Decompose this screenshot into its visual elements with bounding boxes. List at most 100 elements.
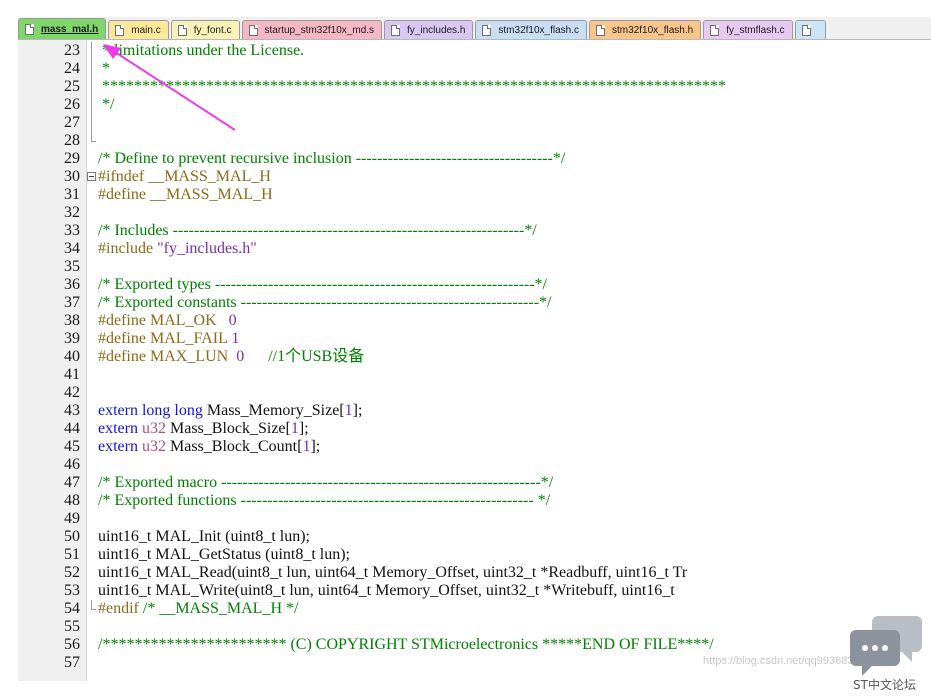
line-number: 30	[64, 168, 80, 185]
code-line[interactable]: 49	[18, 510, 931, 528]
code-line[interactable]: 23 * limitations under the License.	[18, 42, 931, 60]
code-line[interactable]: 33 /* Includes --------------------------…	[18, 222, 931, 240]
code-text: uint16_t MAL_GetStatus (uint8_t lun);	[98, 546, 350, 564]
tab-label: fy_font.c	[193, 24, 232, 36]
code-line[interactable]: 31 #define __MASS_MAL_H	[18, 186, 931, 204]
code-line[interactable]: 47 /* Exported macro --------------------…	[18, 474, 931, 492]
code-token: uint16_t MAL_Init (uint8_t lun);	[98, 528, 310, 545]
line-number: 26	[64, 96, 80, 113]
code-token: u32	[141, 438, 170, 455]
tab-fy-font-c[interactable]: fy_font.c	[170, 20, 240, 39]
line-number: 44	[64, 420, 80, 437]
fold-line-icon	[86, 600, 96, 618]
code-text: #define __MASS_MAL_H	[98, 186, 273, 204]
code-token: 0	[228, 312, 237, 329]
tab-overflow[interactable]	[794, 20, 826, 39]
code-text: */	[98, 96, 114, 114]
tab-main-c[interactable]: main.c	[108, 20, 169, 39]
code-line[interactable]: 24 *	[18, 60, 931, 78]
code-token: uint16_t MAL_Read(uint8_t lun, uint64_t …	[98, 564, 688, 581]
code-line[interactable]: 38 #define MAL_OK 0	[18, 312, 931, 330]
code-token: extern	[98, 420, 142, 437]
code-token: 1	[344, 402, 353, 419]
code-line[interactable]: 26 */	[18, 96, 931, 114]
code-token: //1个USB设备	[244, 348, 365, 365]
code-line[interactable]: 36 /* Exported types --------------------…	[18, 276, 931, 294]
file-icon	[177, 24, 187, 36]
code-token: /* Exported macro ----------------------…	[98, 474, 554, 491]
code-line[interactable]: 48 /* Exported functions ----------------…	[18, 492, 931, 510]
code-line[interactable]: 28	[18, 132, 931, 150]
code-line[interactable]: 40 #define MAX_LUN 0 //1个USB设备	[18, 348, 931, 366]
code-token: ****************************************…	[98, 78, 726, 95]
line-number: 54	[64, 600, 80, 617]
code-text: /* Exported constants ------------------…	[98, 294, 551, 312]
code-line[interactable]: 30 #ifndef __MASS_MAL_H	[18, 168, 931, 186]
file-icon	[115, 24, 125, 36]
tab-stm32f10x-flash-h[interactable]: stm32f10x_flash.h	[589, 20, 702, 39]
code-line[interactable]: 35	[18, 258, 931, 276]
code-line[interactable]: 54 #endif /* __MASS_MAL_H */	[18, 600, 931, 618]
code-line[interactable]: 29 /* Define to prevent recursive inclusi…	[18, 150, 931, 168]
code-token: Mass_Block_Count[	[169, 438, 303, 455]
code-line[interactable]: 56 /*********************** (C) COPYRIGHT…	[18, 636, 931, 654]
code-text: /* Exported functions ------------------…	[98, 492, 550, 510]
file-icon	[596, 24, 606, 36]
code-line[interactable]: 25 *************************************…	[18, 78, 931, 96]
file-icon	[710, 24, 720, 36]
code-text: extern u32 Mass_Block_Size[1];	[98, 420, 309, 438]
code-line[interactable]: 42	[18, 384, 931, 402]
code-line[interactable]: 50 uint16_t MAL_Init (uint8_t lun);	[18, 528, 931, 546]
tab-fy-includes-h[interactable]: fy_includes.h	[384, 20, 474, 39]
code-line[interactable]: 27	[18, 114, 931, 132]
code-line[interactable]: 41	[18, 366, 931, 384]
line-number: 28	[64, 132, 80, 149]
code-token: ];	[298, 420, 309, 437]
code-line[interactable]: 44 extern u32 Mass_Block_Size[1];	[18, 420, 931, 438]
editor-window: mass_mal.h main.c fy_font.c startup_stm32f1…	[18, 0, 931, 681]
code-text: /* Exported types ----------------------…	[98, 276, 547, 294]
code-text: /*********************** (C) COPYRIGHT S…	[98, 636, 714, 654]
line-number: 53	[64, 582, 80, 599]
code-token: ];	[352, 402, 363, 419]
line-number: 27	[64, 114, 80, 131]
code-line[interactable]: 52 uint16_t MAL_Read(uint8_t lun, uint64_…	[18, 564, 931, 582]
code-line[interactable]: 32	[18, 204, 931, 222]
tab-stm32f10x-flash-c[interactable]: stm32f10x_flash.c	[475, 20, 588, 39]
code-line[interactable]: 53 uint16_t MAL_Write(uint8_t lun, uint64…	[18, 582, 931, 600]
code-line[interactable]: 51 uint16_t MAL_GetStatus (uint8_t lun);	[18, 546, 931, 564]
code-text: uint16_t MAL_Read(uint8_t lun, uint64_t …	[98, 564, 687, 582]
line-number: 52	[64, 564, 80, 581]
code-line[interactable]: 45 extern u32 Mass_Block_Count[1];	[18, 438, 931, 456]
code-token: /*********************** (C) COPYRIGHT S…	[98, 636, 714, 653]
line-number: 46	[64, 456, 80, 473]
code-token: #define MAL_FAIL	[98, 330, 232, 347]
code-line[interactable]: 55	[18, 618, 931, 636]
tab-mass-mal-h[interactable]: mass_mal.h	[18, 18, 107, 39]
fold-line-icon	[86, 114, 96, 132]
code-line[interactable]: 43 extern long long Mass_Memory_Size[1];	[18, 402, 931, 420]
code-line[interactable]: 37 /* Exported constants ----------------…	[18, 294, 931, 312]
code-token: 0	[236, 348, 245, 365]
tab-label: stm32f10x_flash.c	[498, 24, 580, 36]
code-editor[interactable]: 23 * limitations under the License. 24 * 2…	[18, 40, 931, 681]
line-number: 57	[64, 654, 80, 671]
code-line[interactable]: 34 #include "fy_includes.h"	[18, 240, 931, 258]
code-line[interactable]: 39 #define MAL_FAIL 1	[18, 330, 931, 348]
code-token: "fy_includes.h"	[157, 240, 257, 257]
code-line[interactable]: 46	[18, 456, 931, 474]
code-text: extern long long Mass_Memory_Size[1];	[98, 402, 362, 420]
fold-line-icon	[86, 78, 96, 96]
code-token: ];	[310, 438, 321, 455]
line-number: 48	[64, 492, 80, 509]
tab-startup-stm32f10x-md-s[interactable]: startup_stm32f10x_md.s	[241, 20, 383, 39]
file-tab-bar: mass_mal.h main.c fy_font.c startup_stm32f1…	[18, 17, 931, 40]
tab-fy-stmflash-c[interactable]: fy_stmflash.c	[703, 20, 793, 39]
line-number: 33	[64, 222, 80, 239]
line-number: 35	[64, 258, 80, 275]
code-token: extern long long	[98, 402, 207, 419]
code-token: 1	[231, 330, 240, 347]
fold-line-icon	[86, 60, 96, 78]
fold-toggle-icon[interactable]	[86, 168, 96, 186]
file-icon	[248, 24, 258, 36]
